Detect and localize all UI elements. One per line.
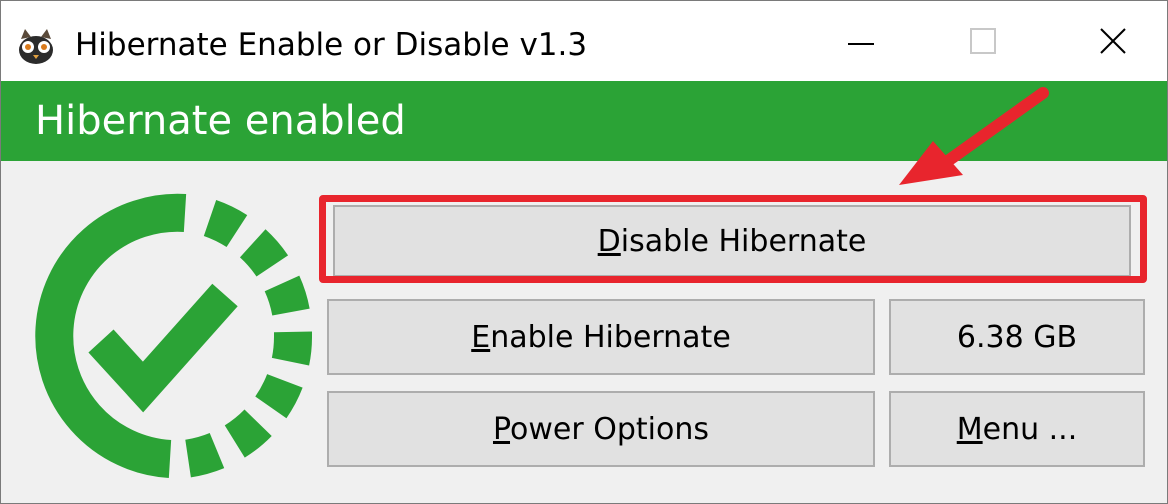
hibernate-app-icon[interactable] bbox=[15, 25, 57, 67]
close-icon bbox=[1100, 28, 1126, 54]
menu-label: Menu ... bbox=[956, 411, 1078, 447]
maximize-button bbox=[931, 1, 1035, 81]
enable-hibernate-label: Enable Hibernate bbox=[471, 319, 731, 355]
power-options-label: Power Options bbox=[492, 411, 709, 447]
power-options-button[interactable]: Power Options bbox=[327, 391, 875, 467]
hiberfil-size-label: 6.38 GB bbox=[956, 319, 1078, 355]
close-button[interactable] bbox=[1061, 1, 1165, 81]
minimize-icon bbox=[848, 43, 874, 45]
hiberfil-size-button[interactable]: 6.38 GB bbox=[889, 299, 1145, 375]
app-window: Hibernate Enable or Disable v1.3 Hiberna… bbox=[0, 0, 1168, 504]
green-check-circle-icon bbox=[35, 193, 313, 478]
minimize-button[interactable] bbox=[809, 1, 913, 81]
window-title: Hibernate Enable or Disable v1.3 bbox=[75, 27, 588, 63]
title-bar[interactable]: Hibernate Enable or Disable v1.3 bbox=[1, 1, 1167, 81]
status-text: Hibernate enabled bbox=[35, 98, 406, 144]
menu-button[interactable]: Menu ... bbox=[889, 391, 1145, 467]
enable-hibernate-button[interactable]: Enable Hibernate bbox=[327, 299, 875, 375]
red-arrow-icon bbox=[899, 87, 1049, 185]
maximize-icon bbox=[970, 28, 996, 54]
highlight-frame bbox=[319, 195, 1147, 283]
